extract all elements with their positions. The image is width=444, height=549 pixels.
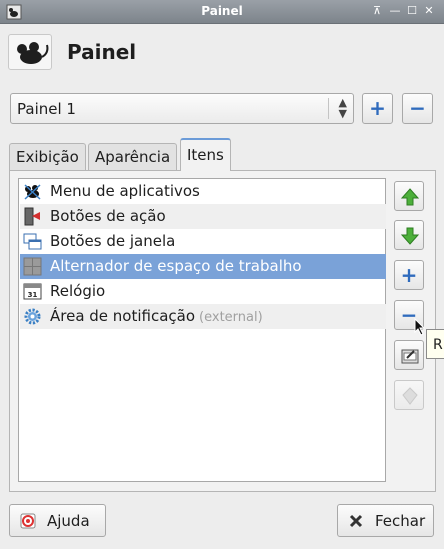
close-button-label: Fechar [375, 512, 426, 530]
arrow-down-icon [400, 227, 420, 245]
gear-icon [24, 308, 41, 325]
clock-icon: 31 [23, 283, 42, 300]
list-item-label: Relógio [50, 282, 106, 300]
remove-panel-button[interactable]: − [402, 93, 433, 124]
minimize-icon[interactable]: — [388, 4, 402, 18]
list-item[interactable]: Botões de ação [20, 204, 386, 229]
window-buttons-icon [23, 233, 42, 250]
action-buttons-icon [24, 207, 40, 226]
page-title: Painel [67, 40, 137, 64]
help-button-label: Ajuda [47, 512, 90, 530]
tab-label: Aparência [95, 148, 171, 166]
combo-separator [328, 98, 329, 119]
move-down-button[interactable] [394, 220, 424, 250]
tab-label: Itens [187, 146, 224, 164]
list-item-label: Alternador de espaço de trabalho [50, 257, 302, 275]
applications-menu-icon [24, 184, 41, 200]
plus-icon: + [400, 263, 418, 287]
header-icon [8, 34, 52, 70]
tab-exibicao[interactable]: Exibição [9, 143, 86, 170]
items-list[interactable]: Menu de aplicativos Botões de ação Botõe… [18, 178, 386, 482]
external-badge: (external) [199, 310, 263, 325]
maximize-icon[interactable]: ☐ [405, 4, 419, 18]
help-button[interactable]: Ajuda [9, 504, 106, 537]
list-item-label: Botões de janela [50, 232, 176, 250]
panel-select-value: Painel 1 [17, 100, 76, 118]
minus-icon: − [409, 96, 426, 120]
list-item[interactable]: Área de notificação (external) [20, 304, 386, 329]
tab-aparencia[interactable]: Aparência [88, 143, 178, 170]
list-item[interactable]: 31 Relógio [20, 279, 386, 304]
list-item[interactable]: Menu de aplicativos [20, 179, 386, 204]
title-bar[interactable]: Painel ⊼ — ☐ ✕ [0, 0, 444, 24]
list-item-label-text: Área de notificação [50, 307, 196, 325]
add-item-button[interactable]: + [394, 260, 424, 290]
close-button[interactable]: Fechar [337, 504, 434, 537]
help-icon [20, 513, 36, 529]
plus-icon: + [369, 96, 386, 120]
tooltip: R [426, 329, 444, 359]
pin-icon[interactable]: ⊼ [370, 4, 384, 18]
list-item-label: Botões de ação [50, 207, 166, 225]
tab-itens[interactable]: Itens [180, 138, 231, 171]
xfce-mouse-icon [17, 42, 49, 64]
info-icon [402, 387, 418, 405]
panel-select[interactable]: Painel 1 ▲ ▼ [10, 93, 354, 124]
item-properties-button[interactable] [394, 340, 424, 370]
about-item-button[interactable] [394, 380, 424, 410]
clock-icon-text: 31 [28, 291, 38, 299]
tab-label: Exibição [16, 148, 79, 166]
arrow-up-icon [400, 188, 420, 206]
properties-icon [401, 349, 419, 364]
chevron-up-down-icon: ▲ ▼ [338, 96, 347, 120]
list-item-label: Área de notificação (external) [50, 307, 263, 325]
move-up-button[interactable] [394, 181, 424, 211]
close-icon [349, 514, 363, 528]
list-item[interactable]: Botões de janela [20, 229, 386, 254]
list-item-label: Menu de aplicativos [50, 182, 200, 200]
add-panel-button[interactable]: + [362, 93, 393, 124]
list-item[interactable]: Alternador de espaço de trabalho [20, 254, 386, 279]
workspace-switcher-icon [23, 257, 42, 276]
mouse-cursor-icon [414, 318, 426, 336]
close-icon[interactable]: ✕ [422, 4, 436, 18]
